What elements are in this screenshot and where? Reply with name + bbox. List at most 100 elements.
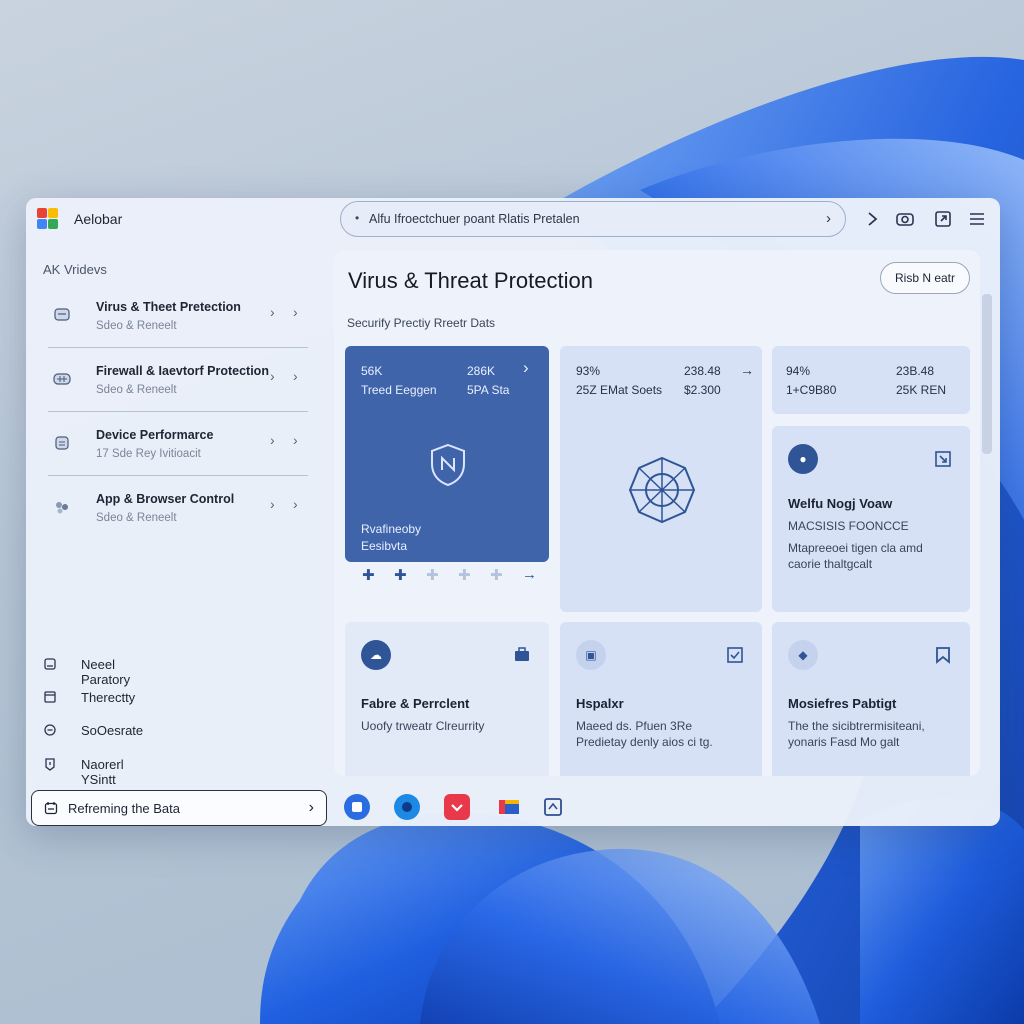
sidebar-item-firewall[interactable]: Firewall & Iaevtorf Protection Sdeo & Re… <box>48 354 308 412</box>
shield-icon <box>431 443 465 487</box>
edit-icon[interactable] <box>862 208 884 230</box>
sidebar-link-label: Therectty <box>81 690 136 705</box>
chevron-right-icon: › <box>293 432 298 448</box>
puzzle-icon[interactable]: ✚ <box>490 566 503 584</box>
sidebar-item-virus-threat[interactable]: Virus & Theet Pretection Sdeo & Reneelt … <box>48 290 308 348</box>
stat-value: 23B.48 <box>896 364 935 378</box>
cloud-icon: ☁ <box>361 640 391 670</box>
sidebar-item-sub: Sdeo & Reneelt <box>96 384 177 396</box>
feature-title: Mosiefres Pabtigt <box>788 696 897 711</box>
feature-card-hspalxr[interactable]: ▣ Hspalxr Maeed ds. Pfuen 3Re Predietay … <box>560 622 762 776</box>
feature-title: Welfu Nogj Voaw <box>788 496 893 511</box>
chevron-right-icon[interactable]: › <box>826 210 831 227</box>
refresh-status-button[interactable]: Refreming the Bata › <box>31 790 327 826</box>
sidebar-item-sub: Sdeo & Reneelt <box>96 512 177 524</box>
menu-icon[interactable] <box>966 208 988 230</box>
card-footer-text: Rvafineoby <box>361 522 422 536</box>
sidebar-item-title: App & Browser Control <box>96 492 235 506</box>
camera-icon[interactable] <box>894 208 916 230</box>
stat-label: 25Z EMat Soets <box>576 383 663 397</box>
sidebar-item-device-performance[interactable]: Device Performarce 17 Sde Rey Ivitioacit… <box>48 418 308 476</box>
firewall-icon <box>52 370 72 388</box>
app-browser-icon <box>52 498 72 516</box>
stat-label: $2.300 <box>684 383 721 397</box>
security-app-icon[interactable] <box>344 794 370 820</box>
chat-icon: ◆ <box>788 640 818 670</box>
sidebar-link-label: SoOesrate <box>81 723 144 738</box>
external-icon[interactable] <box>934 450 952 468</box>
status-label: Refreming the Bata <box>68 801 181 816</box>
puzzle-icon[interactable]: ✚ <box>426 566 439 584</box>
external-window-icon[interactable] <box>932 208 954 230</box>
chevron-right-icon: › <box>270 496 275 512</box>
page-title: Virus & Threat Protection <box>348 268 593 293</box>
info-icon <box>43 757 57 771</box>
stat-label: 1+C9B80 <box>786 383 837 397</box>
feature-card-welfu[interactable]: ● Welfu Nogj Voaw MACSISIS FOONCCE Mtapr… <box>772 426 970 612</box>
arrow-right-icon[interactable]: → <box>740 362 754 378</box>
sidebar-item-title: Firewall & Iaevtorf Protection <box>96 364 269 378</box>
sidebar-link-label: Neeel Paratory <box>81 657 131 687</box>
feature-description: Uoofy trweatr Clreurrity <box>361 719 485 733</box>
scrollbar[interactable] <box>982 294 992 454</box>
sidebar: AK Vridevs Virus & Theet Pretection Sdeo… <box>26 242 326 826</box>
briefcase-icon[interactable] <box>513 646 531 664</box>
address-bar[interactable]: • Alfu Ifroectchuer poant Rlatis Pretale… <box>340 201 846 237</box>
chevron-right-icon: › <box>270 304 275 320</box>
sidebar-heading: AK Vridevs <box>43 262 107 277</box>
feature-title: Fabre & Perrclent <box>361 696 470 711</box>
feature-description: Mtapreeoei tigen cla amd caorie thaltgca… <box>788 541 923 571</box>
puzzle-icon[interactable]: ✚ <box>362 566 375 584</box>
settings-icon <box>43 723 57 737</box>
chevron-right-icon: › <box>293 368 298 384</box>
files-app-icon[interactable] <box>496 794 522 820</box>
stat-label: Treed Eeggen <box>361 383 437 397</box>
action-button[interactable]: Risb N eatr <box>880 262 970 294</box>
app-title: Aelobar <box>74 211 123 227</box>
stat-value: 286K <box>467 364 496 378</box>
chevron-right-icon: › <box>293 304 298 320</box>
browser-app-icon[interactable] <box>394 794 420 820</box>
arrow-right-icon[interactable]: → <box>522 566 537 583</box>
stats-card[interactable]: 94% 1+C9B80 23B.48 25K REN <box>772 346 970 414</box>
network-card[interactable]: 93% 25Z EMat Soets 238.48 $2.300 → <box>560 346 762 612</box>
sidebar-item-title: Virus & Theet Pretection <box>96 300 241 314</box>
sidebar-item-app-browser[interactable]: App & Browser Control Sdeo & Reneelt › › <box>48 482 308 540</box>
stat-value: 56K <box>361 364 383 378</box>
check-box-icon[interactable] <box>726 646 744 664</box>
account-icon <box>43 657 57 671</box>
stat-value: 94% <box>786 364 811 378</box>
globe-icon: ● <box>788 444 818 474</box>
app-logo-icon <box>37 208 59 230</box>
feature-card-mosiefres[interactable]: ◆ Mosiefres Pabtigt The the sicibtrermis… <box>772 622 970 776</box>
puzzle-icon[interactable]: ✚ <box>458 566 471 584</box>
sidebar-item-sub: 17 Sde Rey Ivitioacit <box>96 448 201 460</box>
sidebar-item-title: Device Performarce <box>96 428 214 442</box>
feature-card-fabre[interactable]: ☁ Fabre & Perrclent Uoofy trweatr Clreur… <box>345 622 549 776</box>
calendar-icon <box>44 802 58 815</box>
network-icon <box>628 456 696 524</box>
chevron-right-icon: › <box>270 432 275 448</box>
sidebar-item-sub: Sdeo & Reneelt <box>96 320 177 332</box>
media-app-icon[interactable] <box>444 794 470 820</box>
bookmark-icon[interactable] <box>934 646 952 664</box>
feature-subtitle: MACSISIS FOONCCE <box>788 519 909 533</box>
card-footer-text: Eesibvta <box>361 539 408 553</box>
app-window: Aelobar • Alfu Ifroectchuer poant Rlatis… <box>26 198 1000 826</box>
stat-value: 238.48 <box>684 364 721 378</box>
feature-description: Maeed ds. Pfuen 3Re Predietay denly aios… <box>576 719 713 749</box>
feature-description: The the sicibtrermisiteani, yonaris Fasd… <box>788 719 925 749</box>
photos-app-icon[interactable] <box>540 794 566 820</box>
puzzle-icon[interactable]: ✚ <box>394 566 407 584</box>
scan-summary-card[interactable]: 56K Treed Eeggen 286K 5PA Sta › Rvafineo… <box>345 346 549 562</box>
lock-icon: ▣ <box>576 640 606 670</box>
stat-label: 5PA Sta <box>467 383 510 397</box>
address-text: Alfu Ifroectchuer poant Rlatis Pretalen <box>369 212 580 226</box>
page-subtitle: Securify Prectiy Rreetr Dats <box>347 316 496 330</box>
shield-icon <box>52 306 72 324</box>
chevron-right-icon: › <box>293 496 298 512</box>
title-bar: Aelobar • Alfu Ifroectchuer poant Rlatis… <box>26 198 1000 242</box>
device-icon <box>52 434 72 452</box>
carousel-controls: ✚ ✚ ✚ ✚ ✚ → <box>346 566 542 592</box>
chevron-right-icon[interactable]: › <box>523 358 529 378</box>
